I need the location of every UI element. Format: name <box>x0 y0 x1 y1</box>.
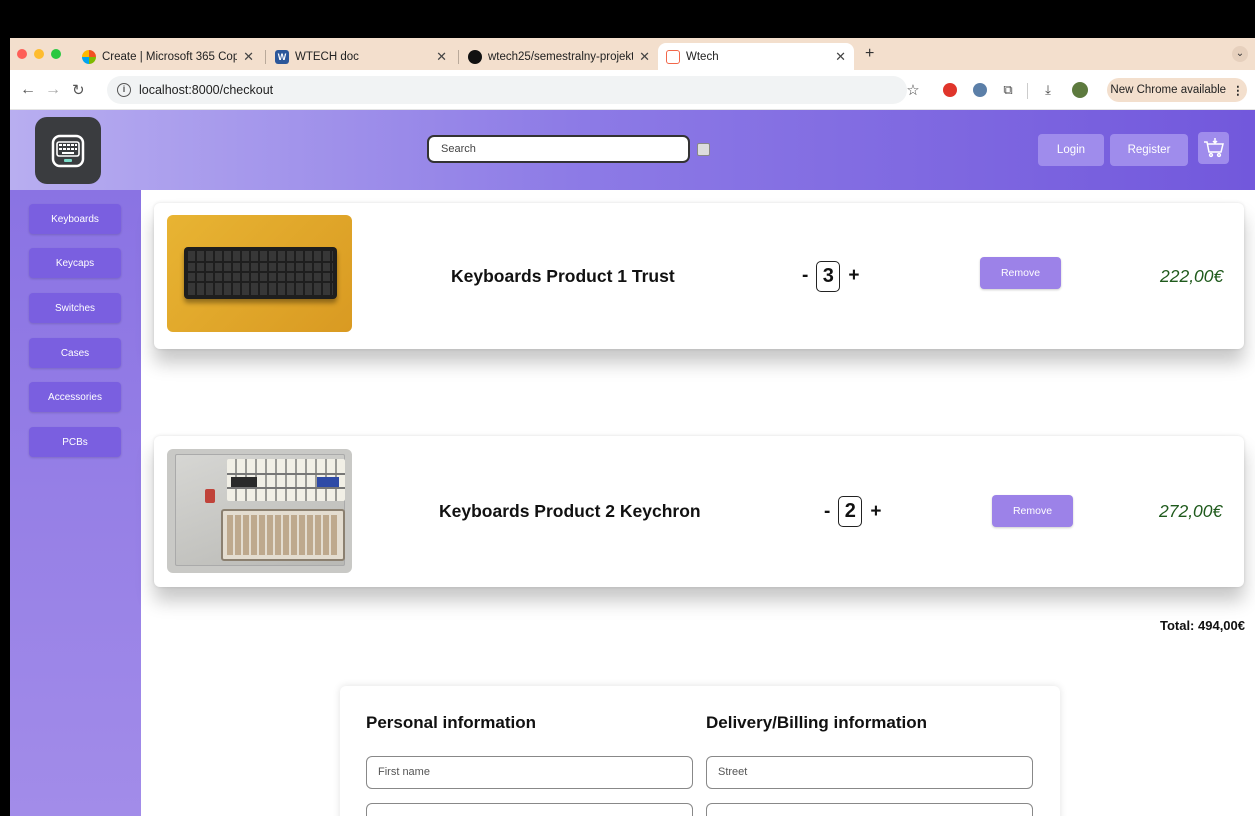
back-arrow-icon[interactable]: ← <box>20 81 36 99</box>
product-name: Keyboards Product 2 Keychron <box>439 501 701 521</box>
tab-github[interactable]: wtech25/semestralny-projekt ✕ <box>460 43 658 70</box>
update-label: New Chrome available <box>1110 84 1227 96</box>
minimize-window-button[interactable] <box>34 49 44 59</box>
sidebar-item-cases[interactable]: Cases <box>29 338 121 368</box>
tab-separator <box>458 50 459 64</box>
sidebar-item-accessories[interactable]: Accessories <box>29 382 121 412</box>
site-info-icon[interactable]: i <box>117 83 131 97</box>
keyboard-logo-icon[interactable] <box>35 117 101 184</box>
sidebar-item-pcbs[interactable]: PCBs <box>29 427 121 457</box>
cart-icon[interactable] <box>1198 132 1229 164</box>
cart-total: Total: 494,00€ <box>1159 618 1245 633</box>
remove-button[interactable]: Remove <box>992 495 1073 527</box>
tab-separator <box>265 50 266 64</box>
extension-icon[interactable] <box>972 82 988 98</box>
download-icon[interactable]: ⤓ <box>1040 82 1056 98</box>
word-icon: W <box>275 49 289 64</box>
laravel-icon <box>666 49 680 64</box>
search-button-icon[interactable] <box>697 143 710 156</box>
register-button[interactable]: Register <box>1110 134 1188 166</box>
close-tab-icon[interactable]: ✕ <box>436 49 447 65</box>
product-price: 272,00€ <box>1159 501 1223 521</box>
tab-title: WTECH doc <box>295 50 359 63</box>
delivery-info-heading: Delivery/Billing information <box>706 713 928 732</box>
increase-quantity-button[interactable]: + <box>848 265 859 287</box>
close-tab-icon[interactable]: ✕ <box>835 49 846 65</box>
product-image <box>167 449 352 573</box>
url-text: localhost:8000/checkout <box>139 83 274 97</box>
reload-icon[interactable]: ↻ <box>72 81 85 99</box>
browser-toolbar: ← → ↻ i localhost:8000/checkout ☆ ⧉ ⤓ Ne… <box>10 70 1255 110</box>
browser-window: Create | Microsoft 365 Copilo ✕ W WTECH … <box>10 38 1255 816</box>
new-tab-button[interactable]: + <box>865 45 874 63</box>
close-tab-icon[interactable]: ✕ <box>639 49 650 65</box>
cart-item: Keyboards Product 2 Keychron - 2 + Remov… <box>154 436 1244 587</box>
maximize-window-button[interactable] <box>51 49 61 59</box>
tab-wtech-doc[interactable]: W WTECH doc ✕ <box>267 43 455 70</box>
tab-strip: Create | Microsoft 365 Copilo ✕ W WTECH … <box>10 38 1255 70</box>
tab-search-icon[interactable]: ⌄ <box>1232 46 1248 62</box>
first-name-field[interactable]: First name <box>366 756 693 789</box>
tab-title: wtech25/semestralny-projekt <box>488 50 634 63</box>
github-icon <box>468 49 482 64</box>
quantity-stepper: - 3 + <box>802 203 859 349</box>
city-field[interactable] <box>706 803 1033 816</box>
sidebar-item-keyboards[interactable]: Keyboards <box>29 204 121 234</box>
more-menu-icon: ⋮ <box>1232 85 1244 97</box>
forward-arrow-icon[interactable]: → <box>45 81 61 99</box>
toolbar-divider <box>1027 83 1028 99</box>
adblock-icon[interactable] <box>942 82 958 98</box>
product-image <box>167 215 352 332</box>
checkout-form: Personal information Delivery/Billing in… <box>340 686 1060 816</box>
profile-avatar-icon[interactable] <box>1072 82 1088 98</box>
address-bar[interactable]: i localhost:8000/checkout <box>107 76 907 104</box>
chrome-update-button[interactable]: New Chrome available ⋮ <box>1107 78 1247 102</box>
tab-wtech[interactable]: Wtech ✕ <box>658 43 854 70</box>
close-window-button[interactable] <box>17 49 27 59</box>
last-name-field[interactable] <box>366 803 693 816</box>
cart-item: Keyboards Product 1 Trust - 3 + Remove 2… <box>154 203 1244 349</box>
street-field[interactable]: Street <box>706 756 1033 789</box>
tab-title: Wtech <box>686 50 719 63</box>
remove-button[interactable]: Remove <box>980 257 1061 289</box>
checkout-main: Keyboards Product 1 Trust - 3 + Remove 2… <box>141 190 1255 816</box>
sidebar-item-switches[interactable]: Switches <box>29 293 121 323</box>
product-name: Keyboards Product 1 Trust <box>451 265 675 286</box>
category-sidebar: Keyboards Keycaps Switches Cases Accesso… <box>10 190 141 816</box>
quantity-value: 2 <box>838 496 863 527</box>
decrease-quantity-button[interactable]: - <box>824 501 830 523</box>
increase-quantity-button[interactable]: + <box>870 501 881 523</box>
sidebar-item-keycaps[interactable]: Keycaps <box>29 248 121 278</box>
decrease-quantity-button[interactable]: - <box>802 265 808 287</box>
extensions-puzzle-icon[interactable]: ⧉ <box>1000 82 1016 98</box>
copilot-icon <box>82 49 96 64</box>
quantity-value: 3 <box>816 260 841 292</box>
site-header: Search Login Register <box>10 110 1255 190</box>
product-price: 222,00€ <box>1160 265 1224 286</box>
login-button[interactable]: Login <box>1038 134 1104 166</box>
quantity-stepper: - 2 + <box>824 436 881 587</box>
bookmark-star-icon[interactable]: ☆ <box>905 82 921 99</box>
personal-info-heading: Personal information <box>366 713 537 732</box>
search-input[interactable]: Search <box>427 135 690 163</box>
close-tab-icon[interactable]: ✕ <box>243 49 254 65</box>
tab-copilot[interactable]: Create | Microsoft 365 Copilo ✕ <box>74 43 262 70</box>
tab-title: Create | Microsoft 365 Copilo <box>102 50 238 63</box>
